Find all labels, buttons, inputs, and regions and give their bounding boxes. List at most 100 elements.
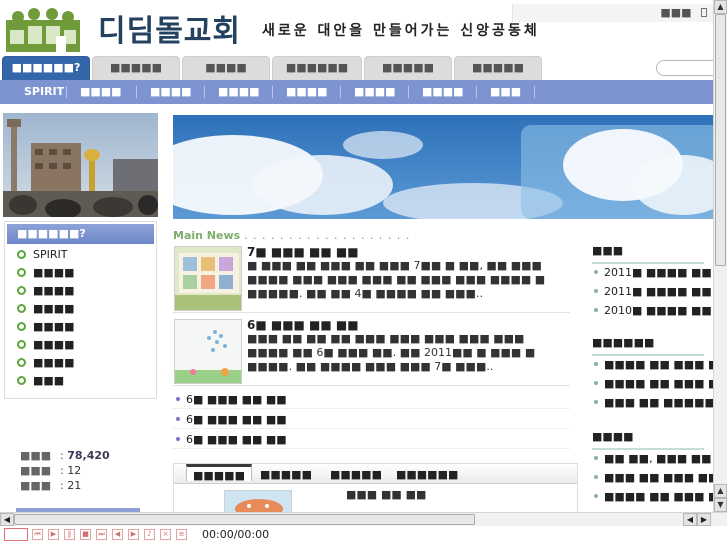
play-icon[interactable]: ▶ [48, 529, 59, 540]
mute-icon[interactable]: × [160, 529, 171, 540]
stat-label: ■■■ [20, 449, 52, 462]
pause-icon[interactable]: ‖ [64, 529, 75, 540]
right-list-item[interactable]: 2011■ ■■■■ ■■ ■ [592, 283, 713, 301]
scroll-left-arrow-icon[interactable]: ◀ [683, 513, 697, 526]
news-item[interactable]: 7■ ■■■ ■■ ■■ ■ ■■■ ■■ ■■■ ■■ ■■■ 7■■ ■ ■… [173, 243, 570, 313]
scroll-down-arrow-icon[interactable]: ▼ [714, 498, 727, 512]
right-section-title: ■■■■ [592, 428, 704, 450]
scroll-up-arrow-icon[interactable]: ▲ [714, 0, 727, 14]
lock-icon[interactable] [701, 8, 707, 17]
tab-6[interactable]: ■■■■■ [454, 56, 542, 80]
right-list-label: ■■■■ ■■ ■■■ ■■ [604, 358, 713, 371]
bottom-tab-2[interactable]: ■■■■■ [254, 466, 318, 483]
subnav-item-7[interactable]: ■■■■ [422, 80, 464, 104]
right-list-item[interactable]: ■■■ ■■ ■■■■■■ [592, 394, 713, 412]
left-menu-title: ■■■■■■? [7, 224, 154, 244]
forward-icon[interactable]: ▶ [128, 529, 139, 540]
volume-icon[interactable]: ♪ [144, 529, 155, 540]
stat-value: 12 [67, 464, 82, 477]
news-title[interactable]: 6■ ■■■ ■■ ■■ [247, 318, 359, 332]
left-menu-label: ■■■■ [33, 284, 75, 297]
subnav-spirit[interactable]: SPIRIT [24, 80, 64, 104]
bottom-tab-bar: ■■■■■ ■■■■■ ■■■■■ ■■■■■■ [174, 464, 577, 484]
right-list-label: ■■■■ ■■ ■■■ ■■ [604, 377, 713, 390]
right-list-label: ■■■ ■■ ■■■ ■■ [604, 471, 713, 484]
circle-bullet-icon [17, 376, 26, 385]
news-item[interactable]: 6■ ■■■ ■■ ■■ ■■■ ■■ ■■ ■■ ■■■ ■■■ ■■■ ■■… [173, 316, 570, 386]
news-list-item[interactable]: 6■ ■■■ ■■ ■■ [173, 430, 570, 449]
right-list-label: ■■ ■■, ■■■ ■■ [604, 452, 712, 465]
left-menu: ■■■■■■? SPIRIT ■■■■ ■■■■ ■■■■ ■■■■ ■■■■ … [4, 221, 157, 399]
right-list-item[interactable]: 2010■ ■■■■ ■■ ■ [592, 302, 713, 320]
media-time: 00:00/00:00 [202, 528, 270, 541]
right-list-item[interactable]: ■■ ■■, ■■■ ■■ [592, 450, 713, 468]
left-menu-label: SPIRIT [33, 248, 68, 261]
site-logo-text[interactable]: 디딤돌교회 [98, 6, 241, 50]
right-list-label: 2010■ ■■■■ ■■ ■ [604, 304, 713, 317]
news-thumbnail[interactable] [174, 246, 242, 311]
left-menu-item[interactable]: ■■■■ [17, 318, 75, 336]
bottom-tab-1[interactable]: ■■■■■ [186, 464, 252, 482]
tab-intro[interactable]: ■■■■■■? [2, 56, 90, 80]
right-list-label: 2011■ ■■■■ ■■ ■ [604, 285, 713, 298]
horizontal-scroll-thumb[interactable] [14, 514, 475, 525]
subnav-item-3[interactable]: ■■■■ [150, 80, 192, 104]
stop-icon[interactable]: ■ [80, 529, 91, 540]
left-menu-label: ■■■■ [33, 338, 75, 351]
left-menu-item[interactable]: ■■■ [17, 372, 64, 390]
tab-3[interactable]: ■■■■ [182, 56, 270, 80]
scroll-left-arrow-icon[interactable]: ◀ [0, 513, 14, 526]
church-photo [3, 113, 158, 217]
bottom-tab-3[interactable]: ■■■■■ [324, 466, 388, 483]
prev-icon[interactable]: ⏮ [32, 529, 43, 540]
left-menu-item-spirit[interactable]: SPIRIT [17, 246, 67, 264]
top-links[interactable]: ■■■ [512, 4, 713, 22]
top-links-label[interactable]: ■■■ [660, 6, 691, 19]
subnav-item-2[interactable]: ■■■■ [80, 80, 122, 104]
tab-2[interactable]: ■■■■■ [92, 56, 180, 80]
vertical-scrollbar[interactable]: ▲ ▲ ▼ [713, 0, 727, 512]
subnav-divider [408, 86, 409, 98]
horizontal-scrollbar[interactable]: ◀ ◀ ▶ [0, 512, 727, 526]
church-logo-icon[interactable] [6, 8, 80, 52]
left-menu-item[interactable]: ■■■■ [17, 354, 75, 372]
left-menu-item[interactable]: ■■■■ [17, 282, 75, 300]
right-list-item[interactable]: ■■■ ■■ ■■■ ■■ [592, 469, 713, 487]
right-list-item[interactable]: ■■■■ ■■ ■■■ ■■ [592, 356, 713, 374]
media-slot[interactable] [4, 528, 28, 541]
tab-5[interactable]: ■■■■■ [364, 56, 452, 80]
vertical-scroll-thumb[interactable] [715, 14, 726, 266]
dot-bullet-icon [594, 381, 598, 385]
news-title[interactable]: 7■ ■■■ ■■ ■■ [247, 245, 359, 259]
right-list-item[interactable]: ■■■■ ■■ ■■■ ■■ [592, 488, 713, 506]
rewind-icon[interactable]: ◀ [112, 529, 123, 540]
scroll-down-arrow-icon[interactable]: ▲ [714, 484, 727, 498]
left-menu-item[interactable]: ■■■■ [17, 300, 75, 318]
sub-navigation: SPIRIT ■■■■ ■■■■ ■■■■ ■■■■ ■■■■ ■■■■ ■■■ [0, 80, 713, 104]
tab-4[interactable]: ■■■■■■ [272, 56, 362, 80]
search-input[interactable] [656, 60, 713, 76]
scroll-right-arrow-icon[interactable]: ▶ [697, 513, 711, 526]
subnav-item-4[interactable]: ■■■■ [218, 80, 260, 104]
subnav-item-5[interactable]: ■■■■ [286, 80, 328, 104]
next-icon[interactable]: ⏭ [96, 529, 107, 540]
left-menu-item[interactable]: ■■■■ [17, 336, 75, 354]
bottom-tab-4[interactable]: ■■■■■■ [390, 466, 464, 483]
news-list-item[interactable]: 6■ ■■■ ■■ ■■ [173, 410, 570, 429]
left-menu-item[interactable]: ■■■■ [17, 264, 75, 282]
bottom-tab-text[interactable]: ■■■ ■■ ■■ [346, 488, 426, 501]
subnav-item-6[interactable]: ■■■■ [354, 80, 396, 104]
bottom-tab-thumbnail[interactable] [224, 490, 292, 512]
dot-bullet-icon [594, 270, 598, 274]
right-list-item[interactable]: 2011■ ■■■■ ■■ ■ [592, 264, 713, 282]
dot-bullet-icon [594, 494, 598, 498]
main-news-heading: Main News . . . . . . . . . . . . . . . … [173, 229, 410, 242]
news-thumbnail[interactable] [174, 319, 242, 384]
subnav-divider [66, 86, 67, 98]
right-list-item[interactable]: ■■■■ ■■ ■■■ ■■ [592, 375, 713, 393]
subnav-item-8[interactable]: ■■■ [490, 80, 521, 104]
playlist-icon[interactable]: ≡ [176, 529, 187, 540]
subnav-divider [204, 86, 205, 98]
news-list-label: 6■ ■■■ ■■ ■■ [186, 433, 287, 446]
news-list-item[interactable]: 6■ ■■■ ■■ ■■ [173, 390, 570, 409]
